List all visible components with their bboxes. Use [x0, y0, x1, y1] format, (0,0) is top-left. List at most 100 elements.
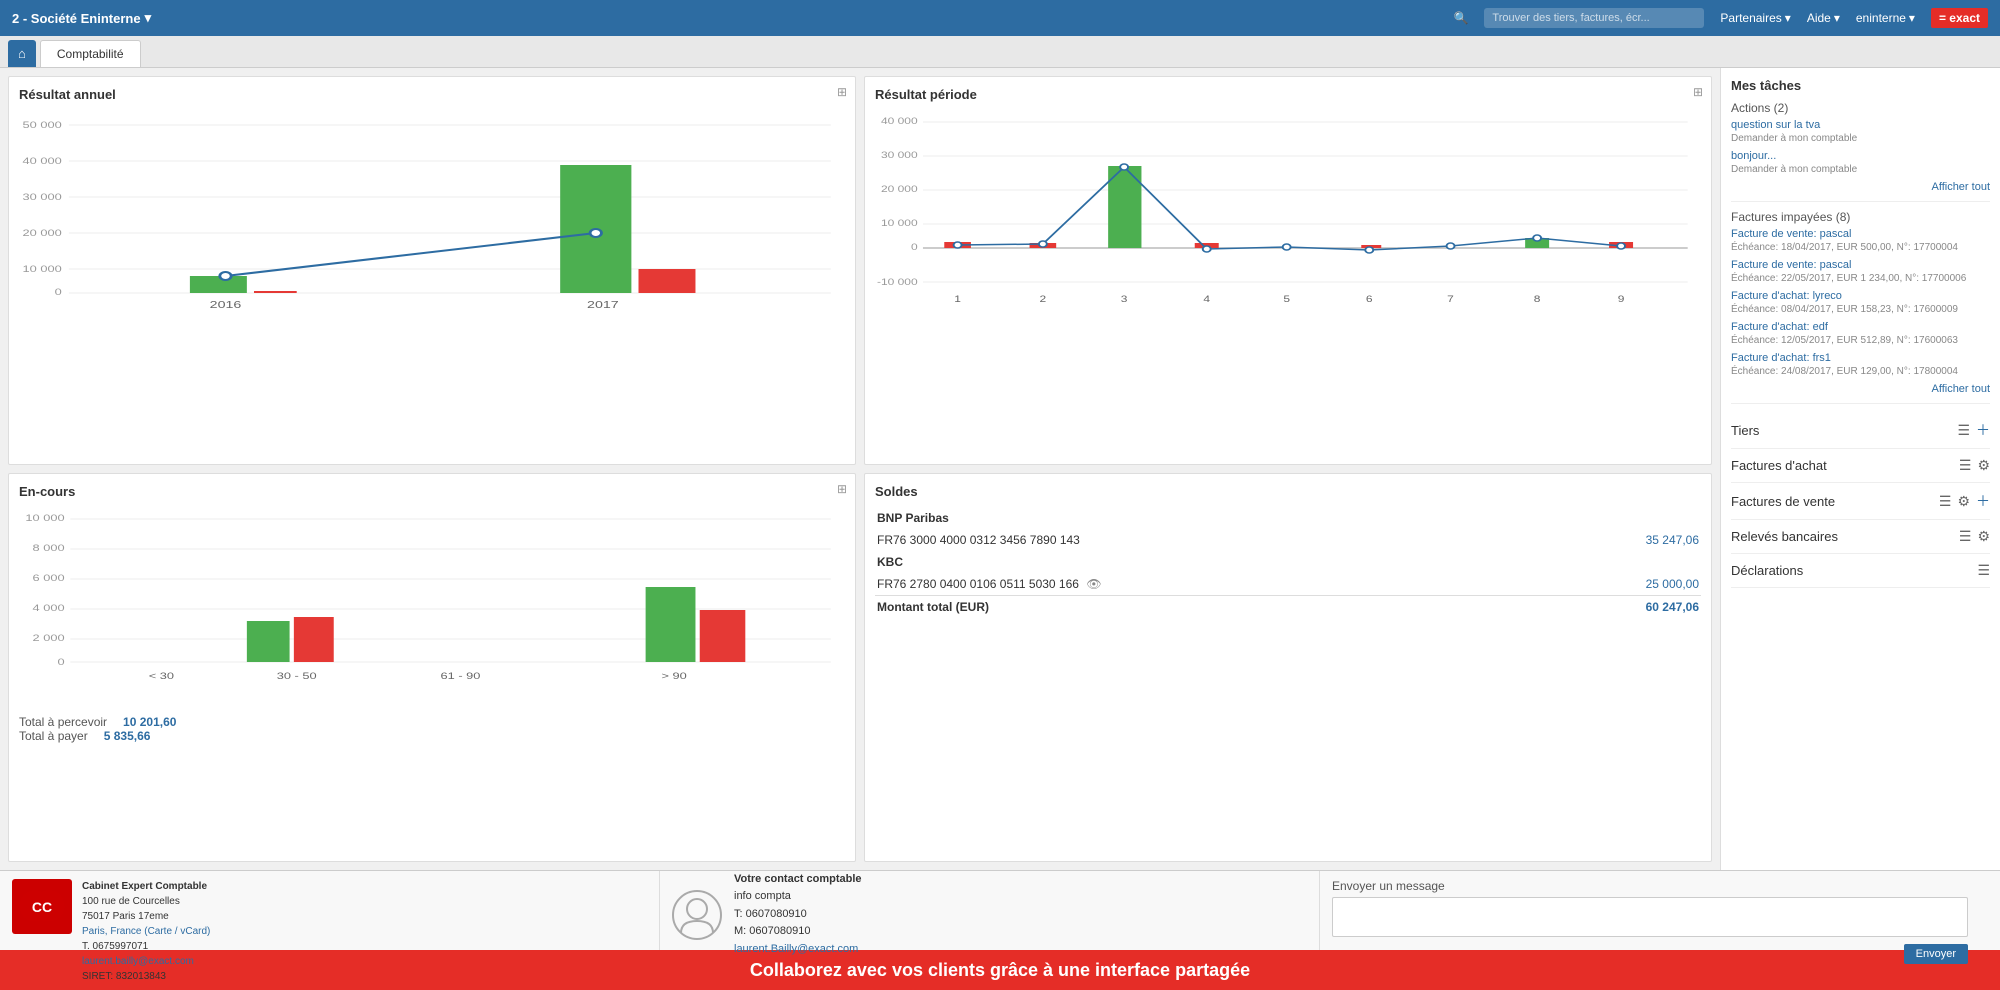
- list-icon[interactable]: ☰: [1957, 422, 1970, 439]
- svg-text:30 000: 30 000: [23, 193, 62, 203]
- nav-right: 🔍 Partenaires ▾ Aide ▾ eninterne ▾ = exa…: [1453, 8, 1988, 28]
- factures-achat-icons: ☰ ⚙: [1959, 457, 1990, 474]
- afficher-tout-1[interactable]: Afficher tout: [1731, 181, 1990, 193]
- factures-header: Factures impayées (8): [1731, 210, 1990, 224]
- expand-icon[interactable]: ⊞: [837, 482, 847, 496]
- soldes-card: Soldes BNP Paribas FR76 3000 4000 0312 3…: [864, 473, 1712, 862]
- cabinet-phone: T. 0675997071: [82, 941, 148, 952]
- bnp-row: BNP Paribas: [875, 507, 1701, 529]
- settings-icon[interactable]: ⚙: [1977, 457, 1990, 474]
- action1-sub: Demander à mon comptable: [1731, 133, 1990, 144]
- svg-text:40 000: 40 000: [881, 116, 918, 126]
- facture3-sub: Échéance: 08/04/2017, EUR 158,23, N°: 17…: [1731, 304, 1990, 315]
- expand-icon[interactable]: ⊞: [1693, 85, 1703, 99]
- cabinet-email-link[interactable]: laurent.bailly@exact.com: [82, 956, 194, 967]
- add-icon[interactable]: ＋: [1976, 420, 1990, 440]
- cabinet-address3-link[interactable]: Paris, France (Carte / vCard): [82, 926, 210, 937]
- resultat-annuel-chart: 50 000 40 000 30 000 20 000 10 000 0: [19, 110, 845, 310]
- releves-bancaires-label: Relevés bancaires: [1731, 529, 1838, 544]
- list-icon[interactable]: ☰: [1959, 528, 1972, 545]
- action2-link[interactable]: bonjour...: [1731, 150, 1990, 162]
- svg-text:0: 0: [911, 242, 918, 252]
- encours-totals: Total à percevoir 10 201,60 Total à paye…: [19, 715, 845, 743]
- message-textarea[interactable]: [1332, 897, 1968, 937]
- tab-comptabilite[interactable]: Comptabilité: [40, 40, 141, 67]
- svg-text:5: 5: [1283, 294, 1290, 304]
- contact-name: info compta: [734, 888, 862, 906]
- home-tab[interactable]: ⌂: [8, 40, 36, 67]
- chevron-down-icon: ▾: [1785, 11, 1791, 25]
- svg-text:2: 2: [1040, 294, 1047, 304]
- bnp-iban: FR76 3000 4000 0312 3456 7890 143: [875, 529, 1535, 551]
- encours-card: En-cours ⊞ 10 000 8 000 6 000 4 000 2 00…: [8, 473, 856, 862]
- send-button[interactable]: Envoyer: [1904, 944, 1968, 964]
- total-amount: 60 247,06: [1535, 596, 1701, 619]
- home-icon: ⌂: [18, 46, 26, 61]
- partenaires-link[interactable]: Partenaires ▾: [1720, 11, 1790, 25]
- svg-text:-10 000: -10 000: [877, 277, 918, 287]
- cabinet-address2: 75017 Paris 17eme: [82, 911, 169, 922]
- facture2-link[interactable]: Facture de vente: pascal: [1731, 259, 1990, 271]
- banner-text: Collaborez avec vos clients grâce à une …: [750, 960, 1250, 981]
- svg-text:3: 3: [1121, 294, 1128, 304]
- kbc-iban-row: FR76 2780 0400 0106 0511 5030 166 👁 25 0…: [875, 573, 1701, 596]
- svg-text:0: 0: [57, 658, 64, 668]
- add-icon[interactable]: ＋: [1976, 491, 1990, 511]
- settings-icon[interactable]: ⚙: [1957, 493, 1970, 510]
- svg-text:40 000: 40 000: [23, 157, 62, 167]
- tiers-label: Tiers: [1731, 423, 1759, 438]
- total-payer-value: 5 835,66: [104, 729, 151, 743]
- tab-label: Comptabilité: [57, 47, 124, 61]
- svg-text:8 000: 8 000: [33, 544, 65, 554]
- svg-text:20 000: 20 000: [881, 184, 918, 194]
- expand-icon[interactable]: ⊞: [837, 85, 847, 99]
- declarations-row: Déclarations ☰: [1731, 554, 1990, 588]
- cabinet-address1: 100 rue de Courcelles: [82, 896, 180, 907]
- factures-vente-row: Factures de vente ☰ ⚙ ＋: [1731, 483, 1990, 520]
- list-icon[interactable]: ☰: [1939, 493, 1952, 510]
- search-input[interactable]: [1484, 8, 1704, 28]
- user-link[interactable]: eninterne ▾: [1856, 11, 1915, 25]
- eye-icon[interactable]: 👁: [1086, 577, 1101, 591]
- charts-area: Résultat annuel ⊞ 50 000 40 000 30 000 2…: [0, 68, 1720, 870]
- facture1-link[interactable]: Facture de vente: pascal: [1731, 228, 1990, 240]
- total-row: Montant total (EUR) 60 247,06: [875, 596, 1701, 619]
- svg-text:20 000: 20 000: [23, 229, 62, 239]
- action1-link[interactable]: question sur la tva: [1731, 119, 1990, 131]
- facture5-sub: Échéance: 24/08/2017, EUR 129,00, N°: 17…: [1731, 366, 1990, 377]
- settings-icon[interactable]: ⚙: [1977, 528, 1990, 545]
- list-icon[interactable]: ☰: [1977, 562, 1990, 579]
- exact-logo: = exact: [1931, 8, 1988, 28]
- svg-text:7: 7: [1447, 294, 1454, 304]
- svg-text:10 000: 10 000: [25, 514, 64, 524]
- soldes-title: Soldes: [875, 484, 1701, 499]
- list-icon[interactable]: ☰: [1959, 457, 1972, 474]
- svg-text:6 000: 6 000: [33, 574, 65, 584]
- encours-title: En-cours: [19, 484, 845, 499]
- facture4-sub: Échéance: 12/05/2017, EUR 512,89, N°: 17…: [1731, 335, 1990, 346]
- footer-cabinet: CC Cabinet Expert Comptable 100 rue de C…: [0, 871, 660, 950]
- svg-text:2 000: 2 000: [33, 634, 65, 644]
- releves-bancaires-icons: ☰ ⚙: [1959, 528, 1990, 545]
- aide-link[interactable]: Aide ▾: [1807, 11, 1840, 25]
- contact-email[interactable]: laurent.Bailly@exact.com: [734, 943, 858, 955]
- factures-vente-icons: ☰ ⚙ ＋: [1939, 491, 1990, 511]
- svg-text:30 - 50: 30 - 50: [277, 672, 317, 682]
- company-selector[interactable]: 2 - Société Eninterne ▾: [12, 10, 151, 26]
- svg-text:0: 0: [55, 288, 62, 298]
- total-percevoir-label: Total à percevoir: [19, 715, 107, 729]
- bnp-iban-row: FR76 3000 4000 0312 3456 7890 143 35 247…: [875, 529, 1701, 551]
- afficher-tout-2[interactable]: Afficher tout: [1731, 383, 1990, 395]
- facture5-link[interactable]: Facture d'achat: frs1: [1731, 352, 1990, 364]
- cabinet-siret: SIRET: 832013843: [82, 971, 166, 982]
- chevron-down-icon: ▾: [1909, 11, 1915, 25]
- contact-details: Votre contact comptable info compta T: 0…: [734, 871, 862, 959]
- cabinet-logo: CC: [12, 879, 72, 934]
- facture4-link[interactable]: Facture d'achat: edf: [1731, 321, 1990, 333]
- facture3-link[interactable]: Facture d'achat: lyreco: [1731, 290, 1990, 302]
- encours-chart: 10 000 8 000 6 000 4 000 2 000 0: [19, 507, 845, 707]
- svg-text:2016: 2016: [210, 299, 242, 310]
- svg-text:CC: CC: [32, 899, 52, 915]
- tab-bar: ⌂ Comptabilité: [0, 36, 2000, 68]
- kbc-name: KBC: [877, 555, 903, 569]
